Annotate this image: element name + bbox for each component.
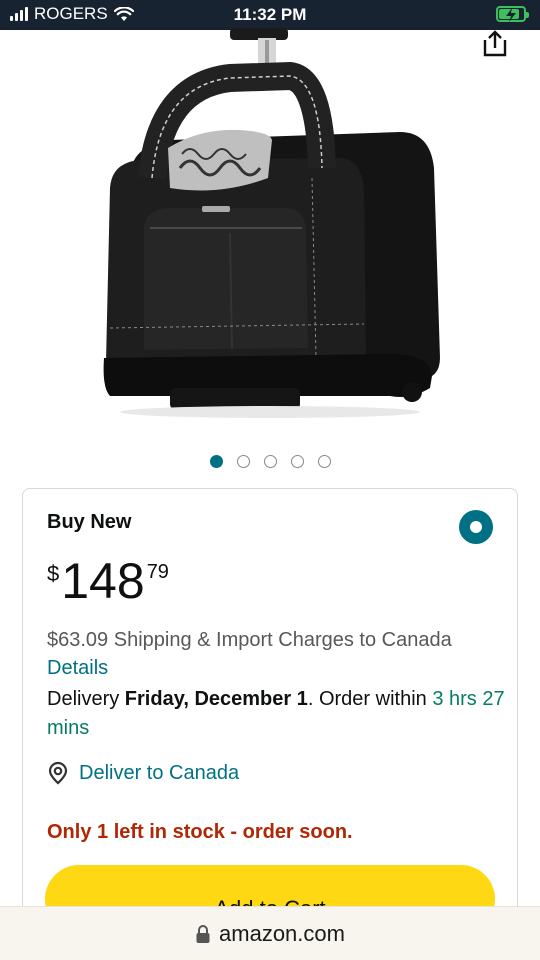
buy-new-title: Buy New — [47, 511, 132, 533]
url-text: amazon.com — [219, 920, 345, 946]
buy-box-card: Buy New $ 148 79 $63.09 Shipping & Impor… — [22, 488, 518, 960]
delivery-mid: . Order within — [307, 688, 433, 710]
product-image[interactable] — [90, 28, 450, 418]
carousel-dot-5[interactable] — [317, 455, 331, 468]
delivery-date: Friday, December 1 — [124, 688, 308, 710]
share-icon — [483, 30, 507, 57]
delivery-prefix: Delivery — [47, 688, 125, 710]
image-carousel-dots — [0, 455, 540, 468]
price-symbol: $ — [47, 561, 60, 586]
location-pin-icon — [48, 761, 68, 785]
status-bar: ROGERS 11:32 PM — [0, 0, 540, 30]
share-button[interactable] — [480, 30, 510, 58]
price: $ 148 79 — [47, 553, 169, 609]
carousel-dot-3[interactable] — [263, 455, 277, 468]
price-whole: 148 — [61, 553, 145, 609]
url-bar[interactable]: amazon.com — [0, 906, 540, 960]
lock-icon — [196, 924, 210, 943]
stock-warning: Only 1 left in stock - order soon. — [47, 821, 353, 843]
status-time: 11:32 PM — [233, 5, 307, 24]
carousel-dot-1[interactable] — [209, 455, 223, 468]
details-link[interactable]: Details — [47, 657, 108, 680]
carousel-dot-2[interactable] — [236, 455, 250, 468]
battery-charging-icon — [496, 6, 529, 22]
deliver-to-label: Deliver to Canada — [79, 761, 240, 784]
shipping-charges: $63.09 Shipping & Import Charges to Cana… — [47, 629, 452, 651]
price-fraction: 79 — [146, 561, 169, 583]
carousel-dot-4[interactable] — [290, 455, 304, 468]
buy-new-radio[interactable] — [459, 510, 493, 544]
deliver-to-link[interactable]: Deliver to Canada — [47, 761, 239, 785]
delivery-info: Delivery Friday, December 1. Order withi… — [47, 685, 507, 743]
